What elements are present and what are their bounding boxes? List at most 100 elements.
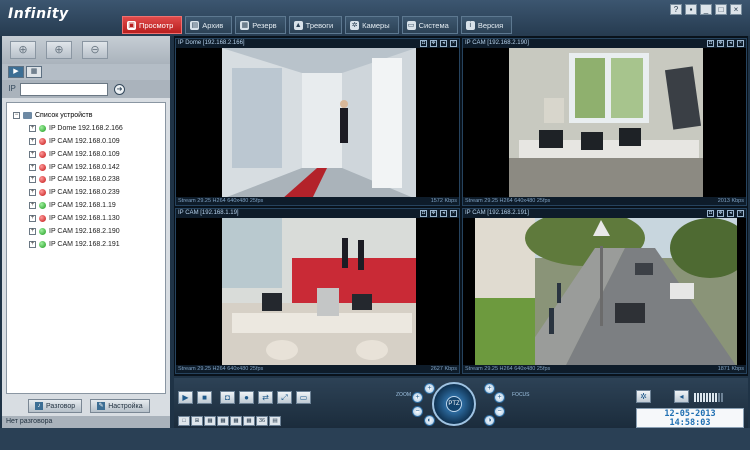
play-button[interactable]: ▶ — [178, 391, 193, 404]
fullscreen-icon[interactable]: ✥ — [717, 210, 724, 217]
snapshot-button[interactable]: ◘ — [220, 391, 235, 404]
settings-icon: ✎ — [97, 402, 106, 410]
close-icon[interactable]: × — [730, 4, 742, 15]
camera-title: IP CAM [192.168.2.191] — [463, 209, 746, 218]
search-go-icon[interactable]: ➜ — [114, 83, 125, 95]
expand-icon[interactable]: + — [29, 124, 36, 132]
tree-item[interactable]: + IP CAM 192.168.0.142 — [13, 161, 165, 174]
layout-16-icon[interactable]: ▦ — [230, 416, 242, 426]
maximize-icon[interactable]: □ — [715, 4, 727, 15]
tree-item[interactable]: + IP CAM 192.168.0.109 — [13, 148, 165, 161]
layout-36-label[interactable]: 36 — [256, 416, 268, 426]
camera-view-2[interactable]: IP CAM [192.168.2.190] ◘ ✥ ◂ × Stream 29.25… — [462, 38, 747, 206]
shuffle-button[interactable]: ⇄ — [258, 391, 273, 404]
expand-icon[interactable]: + — [29, 189, 36, 197]
lock-icon[interactable]: ▪ — [685, 4, 697, 15]
tab-view[interactable]: ▣ Просмотр — [122, 16, 183, 34]
volume-bar — [700, 393, 702, 402]
audio-icon[interactable]: ◂ — [440, 210, 447, 217]
iris-icon[interactable]: ◐ — [424, 415, 435, 426]
tree-item[interactable]: + IP CAM 192.168.1.19 — [13, 199, 165, 212]
collapse-icon[interactable]: − — [13, 111, 20, 119]
ptz-joystick[interactable]: PTZ — [432, 382, 476, 426]
tree-root[interactable]: − Список устройств — [13, 109, 165, 122]
close-icon[interactable]: × — [450, 40, 457, 47]
focus-far-icon[interactable]: + — [494, 392, 505, 403]
tree-item[interactable]: + IP CAM 192.168.2.190 — [13, 225, 165, 238]
close-icon[interactable]: × — [737, 40, 744, 47]
tab-version[interactable]: i Версия — [460, 16, 513, 34]
stream-info: Stream 29.25 H264 640x480 25fps — [465, 366, 551, 372]
expand-icon[interactable]: + — [29, 240, 36, 248]
group-list-mode-icon[interactable]: ▦ — [26, 66, 42, 78]
fullscreen-button[interactable]: ⤢ — [277, 391, 292, 404]
tab-backup[interactable]: ▦ Резерв — [235, 16, 286, 34]
camera-view-1[interactable]: IP Dome [192.168.2.166] ◘ ✥ ◂ × Stream 29.2… — [175, 38, 460, 206]
zoom-in-icon[interactable]: + — [424, 383, 435, 394]
expand-icon[interactable]: + — [29, 227, 36, 235]
title-bar: Infinity ▣ Просмотр ▤ Архив ▦ Резерв ▲ Трево… — [0, 0, 750, 36]
talk-button[interactable]: ♪ Разговор — [28, 399, 83, 413]
tab-cameras[interactable]: ✲ Камеры — [345, 16, 399, 34]
screen-button[interactable]: ▭ — [296, 391, 311, 404]
focus-near-icon[interactable]: + — [484, 383, 495, 394]
stop-button[interactable]: ■ — [197, 391, 212, 404]
focus-label: FOCUS — [512, 392, 530, 398]
device-toolbar: ⊕ ⊕ ⊖ — [2, 36, 170, 64]
expand-icon[interactable]: + — [29, 215, 36, 223]
close-icon[interactable]: × — [450, 210, 457, 217]
layout-25-icon[interactable]: ▦ — [243, 416, 255, 426]
expand-icon[interactable]: + — [29, 176, 36, 184]
tree-item[interactable]: + IP CAM 192.168.1.130 — [13, 212, 165, 225]
remove-device-button[interactable]: ⊖ — [82, 41, 108, 59]
tree-item[interactable]: + IP Dome 192.168.2.166 — [13, 122, 165, 135]
auto-focus-icon[interactable]: ◑ — [484, 415, 495, 426]
expand-icon[interactable]: + — [29, 163, 36, 171]
help-icon[interactable]: ? — [670, 4, 682, 15]
audio-icon[interactable]: ◂ — [440, 40, 447, 47]
ptz-center-button[interactable]: PTZ — [446, 396, 462, 412]
expand-icon[interactable]: + — [29, 202, 36, 210]
date-time-display: 12-05-2013 14:58:03 — [636, 408, 744, 428]
volume-button[interactable]: ◂ — [674, 390, 689, 403]
focus-minus-icon[interactable]: − — [494, 406, 505, 417]
camera-list-mode-icon[interactable]: ▶ — [8, 66, 24, 78]
layout-6-icon[interactable]: ▦ — [204, 416, 216, 426]
zoom-out-icon[interactable]: − — [412, 406, 423, 417]
add-group-button[interactable]: ⊕ — [46, 41, 72, 59]
zoom-in-small-icon[interactable]: + — [412, 392, 423, 403]
camera-view-3[interactable]: IP CAM [192.168.1.19] ◘ ✥ ◂ × Stream 29.25 … — [175, 208, 460, 374]
layout-9-icon[interactable]: ▦ — [217, 416, 229, 426]
fullscreen-icon[interactable]: ✥ — [717, 40, 724, 47]
snapshot-icon[interactable]: ◘ — [707, 210, 714, 217]
expand-icon[interactable]: + — [29, 150, 36, 158]
settings-gear-button[interactable]: ✲ — [636, 390, 651, 403]
tree-item[interactable]: + IP CAM 192.168.2.191 — [13, 238, 165, 251]
layout-custom-icon[interactable]: ▤ — [269, 416, 281, 426]
layout-4-icon[interactable]: ⊞ — [191, 416, 203, 426]
tree-item[interactable]: + IP CAM 192.168.0.238 — [13, 173, 165, 186]
snapshot-icon[interactable]: ◘ — [420, 210, 427, 217]
tab-system[interactable]: ▭ Система — [401, 16, 458, 34]
record-button[interactable]: ● — [239, 391, 254, 404]
fullscreen-icon[interactable]: ✥ — [430, 210, 437, 217]
tab-alarms[interactable]: ▲ Тревоги — [288, 16, 343, 34]
corridor-scene-icon — [222, 48, 416, 199]
snapshot-icon[interactable]: ◘ — [707, 40, 714, 47]
audio-icon[interactable]: ◂ — [727, 40, 734, 47]
snapshot-icon[interactable]: ◘ — [420, 40, 427, 47]
close-icon[interactable]: × — [737, 210, 744, 217]
tab-archive[interactable]: ▤ Архив — [185, 16, 233, 34]
fullscreen-icon[interactable]: ✥ — [430, 40, 437, 47]
device-search-input[interactable] — [20, 82, 108, 96]
expand-icon[interactable]: + — [29, 137, 36, 145]
add-device-button[interactable]: ⊕ — [10, 41, 36, 59]
tree-item[interactable]: + IP CAM 192.168.0.109 — [13, 135, 165, 148]
layout-1-icon[interactable]: □ — [178, 416, 190, 426]
volume-level[interactable] — [694, 393, 723, 402]
audio-icon[interactable]: ◂ — [727, 210, 734, 217]
minimize-icon[interactable]: _ — [700, 4, 712, 15]
settings-button[interactable]: ✎ Настройка — [90, 399, 150, 413]
tree-item[interactable]: + IP CAM 192.168.0.239 — [13, 186, 165, 199]
camera-view-4[interactable]: IP CAM [192.168.2.191] ◘ ✥ ◂ × Stream 29… — [462, 208, 747, 374]
